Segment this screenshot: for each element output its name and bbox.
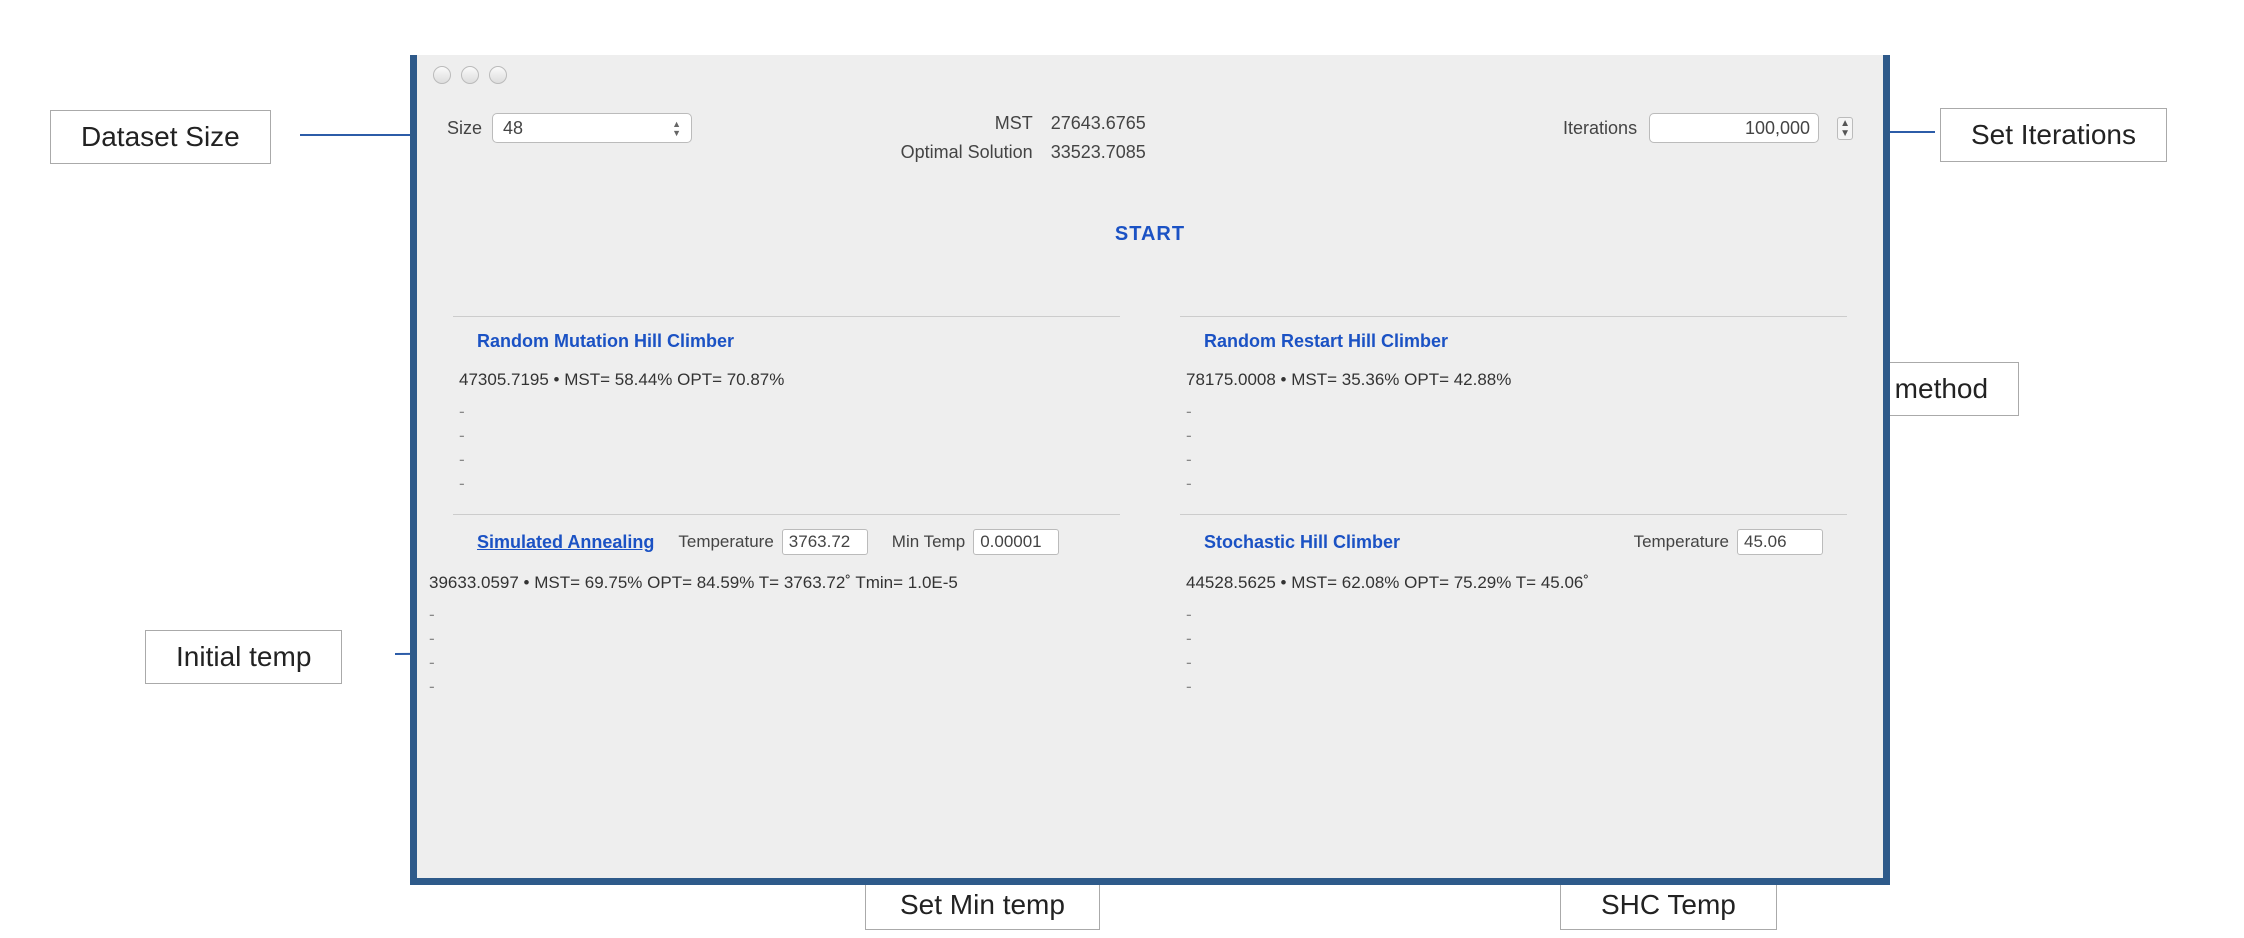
dataset-size-select[interactable]: 48 ▲▼ [492,113,692,143]
list-item: - [453,448,1120,472]
list-item: - [1180,651,1847,675]
sa-temp-label: Temperature [678,532,773,552]
window-titlebar [417,55,1883,95]
iterations-stepper[interactable]: ▲ ▼ [1837,117,1853,140]
list-item: - [453,400,1120,424]
traffic-close-icon[interactable] [433,66,451,84]
callout-set-min-temp: Set Min temp [865,880,1100,930]
list-item: - [453,424,1120,448]
list-item: - [1180,424,1847,448]
shc-temp-label: Temperature [1634,532,1729,552]
list-item: - [423,603,1120,627]
shc-temp-field: Temperature 45.06 [1634,529,1823,555]
mst-label: MST [901,113,1033,134]
shc-result: 44528.5625 • MST= 62.08% OPT= 75.29% T= … [1180,569,1847,603]
start-row: START [417,223,1883,246]
method-rmhc: Random Mutation Hill Climber 47305.7195 … [453,316,1120,496]
sa-result: 39633.0597 • MST= 69.75% OPT= 84.59% T= … [423,569,1120,603]
list-item: - [1180,400,1847,424]
sa-min-temp-input[interactable]: 0.00001 [973,529,1059,555]
opt-label: Optimal Solution [901,142,1033,163]
callout-initial-temp: Initial temp [145,630,342,684]
iterations-label: Iterations [1563,118,1637,139]
list-item: - [1180,472,1847,496]
shc-temp-input[interactable]: 45.06 [1737,529,1823,555]
shc-title-button[interactable]: Stochastic Hill Climber [1204,532,1400,553]
callout-shc-temp: SHC Temp [1560,880,1777,930]
methods-grid: Random Mutation Hill Climber 47305.7195 … [417,246,1883,699]
dataset-size-value: 48 [503,118,523,139]
iterations-value: 100,000 [1745,118,1810,139]
sa-min-temp-field: Min Temp 0.00001 [892,529,1059,555]
sa-min-temp-label: Min Temp [892,532,965,552]
traffic-zoom-icon[interactable] [489,66,507,84]
dataset-size-group: Size 48 ▲▼ [447,113,692,143]
list-item: - [423,627,1120,651]
rmhc-result: 47305.7195 • MST= 58.44% OPT= 70.87% [453,366,1120,400]
iterations-group: Iterations 100,000 ▲ ▼ [1563,113,1853,143]
app-window: Size 48 ▲▼ MST 27643.6765 Optimal Soluti… [410,55,1890,885]
rrhc-result: 78175.0008 • MST= 35.36% OPT= 42.88% [1180,366,1847,400]
method-sa: Simulated Annealing Temperature 3763.72 … [453,514,1120,699]
chevron-down-icon: ▼ [1840,129,1850,138]
dataset-size-label: Size [447,118,482,139]
iterations-input[interactable]: 100,000 [1649,113,1819,143]
list-item: - [423,675,1120,699]
callout-set-iterations: Set Iterations [1940,108,2167,162]
sa-temp-input[interactable]: 3763.72 [782,529,868,555]
sa-temp-field: Temperature 3763.72 [678,529,867,555]
chevron-up-icon: ▲ [1840,119,1850,128]
sa-title-button[interactable]: Simulated Annealing [477,532,654,553]
list-item: - [1180,627,1847,651]
center-stats: MST 27643.6765 Optimal Solution 33523.70… [901,113,1146,163]
list-item: - [453,472,1120,496]
start-button[interactable]: START [1115,223,1185,246]
opt-value: 33523.7085 [1051,142,1146,163]
top-bar: Size 48 ▲▼ MST 27643.6765 Optimal Soluti… [417,95,1883,163]
mst-value: 27643.6765 [1051,113,1146,134]
method-shc: Stochastic Hill Climber Temperature 45.0… [1180,514,1847,699]
callout-dataset-size: Dataset Size [50,110,271,164]
method-rrhc: Random Restart Hill Climber 78175.0008 •… [1180,316,1847,496]
rrhc-title-button[interactable]: Random Restart Hill Climber [1204,331,1448,352]
list-item: - [423,651,1120,675]
traffic-min-icon[interactable] [461,66,479,84]
stepper-icon: ▲▼ [672,120,681,137]
list-item: - [1180,603,1847,627]
list-item: - [1180,448,1847,472]
rmhc-title-button[interactable]: Random Mutation Hill Climber [477,331,734,352]
list-item: - [1180,675,1847,699]
